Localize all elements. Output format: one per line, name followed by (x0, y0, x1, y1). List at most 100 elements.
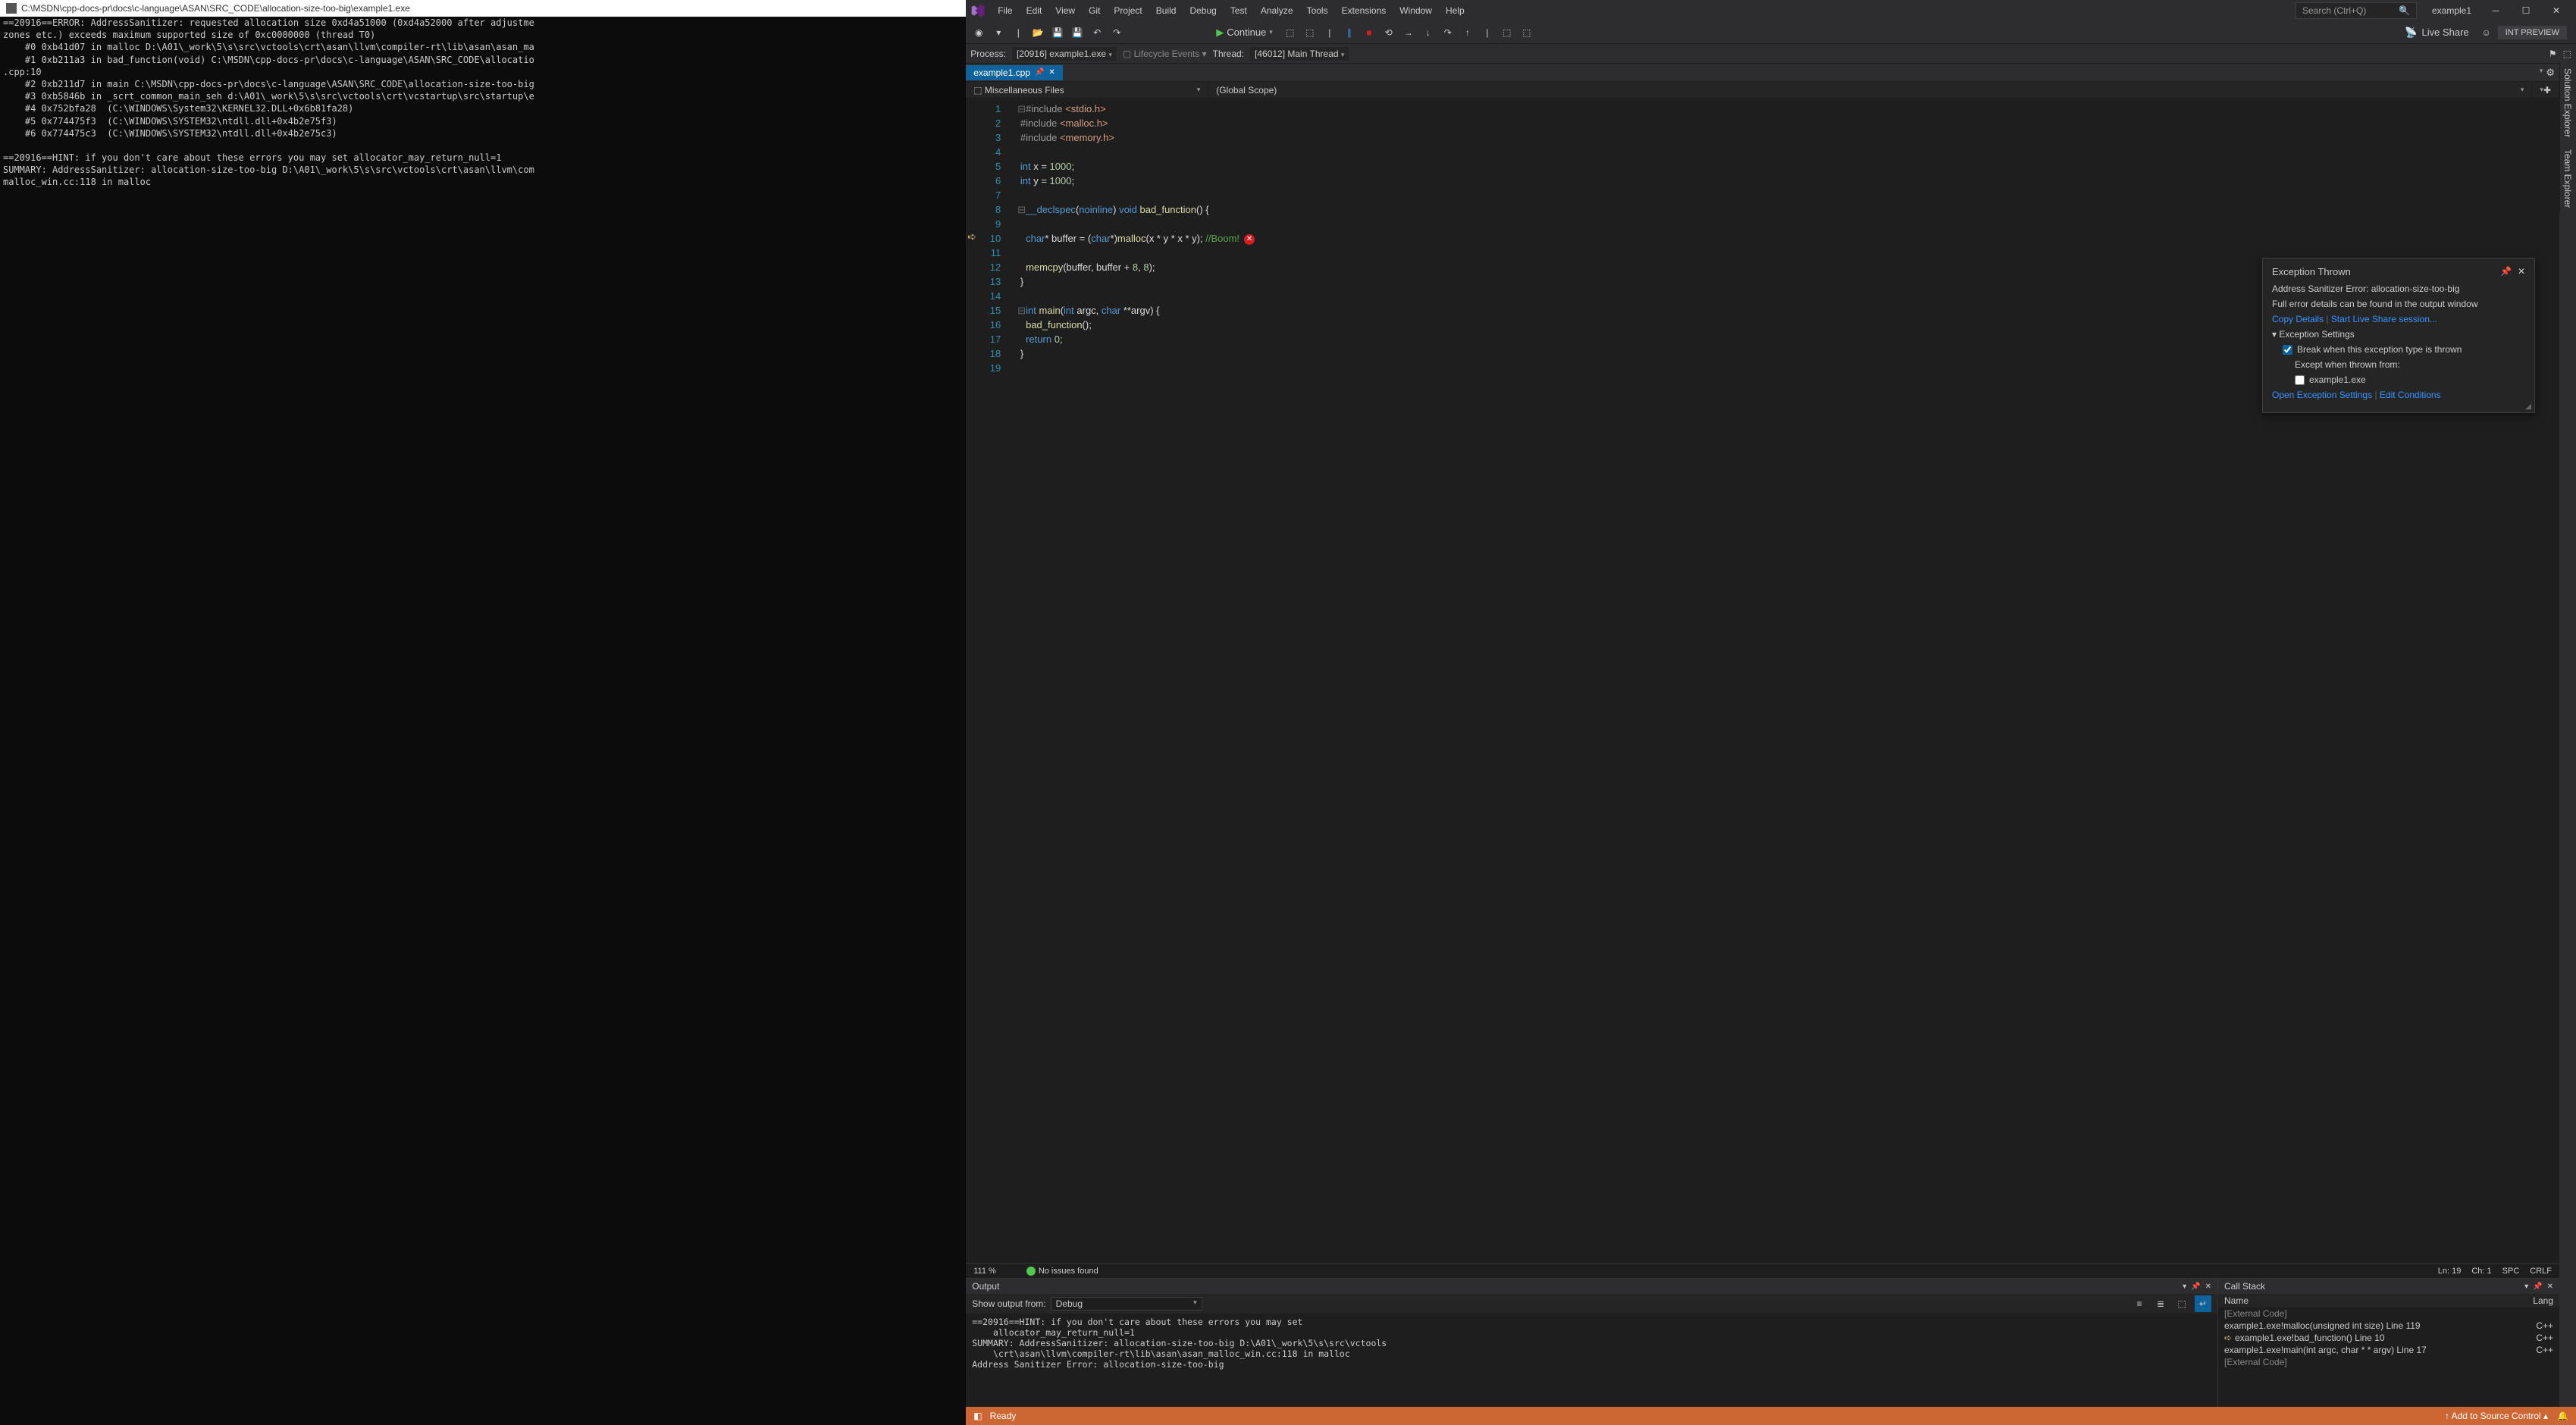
popup-pin-icon[interactable]: 📌 (2500, 266, 2512, 277)
copy-details-link[interactable]: Copy Details (2272, 314, 2324, 324)
callstack-row[interactable]: [External Code] (2218, 1308, 2559, 1320)
tool-b-icon[interactable]: ⬚ (1518, 24, 1535, 41)
panel-pin-icon[interactable]: 📌 (2191, 1282, 2200, 1291)
menu-help[interactable]: Help (1440, 2, 1471, 19)
step-out-icon[interactable]: ↑ (1459, 24, 1476, 41)
nav-scope[interactable]: (Global Scope)▾ (1208, 82, 2532, 98)
edit-conditions-link[interactable]: Edit Conditions (2380, 390, 2441, 400)
menu-build[interactable]: Build (1150, 2, 1183, 19)
menu-analyze[interactable]: Analyze (1255, 2, 1299, 19)
stack-frame-icon[interactable]: ⚑ (2549, 49, 2557, 59)
output-wordwrap-icon[interactable]: ↵ (2195, 1295, 2211, 1312)
stack-frame-tool-icon[interactable]: ⬚ (2563, 49, 2571, 59)
exception-settings-header[interactable]: ▾ Exception Settings (2272, 329, 2525, 340)
vs-corner-icon[interactable]: ◧ (973, 1411, 982, 1421)
process-selector[interactable]: [20916] example1.exe ▾ (1012, 47, 1117, 61)
chevron-down-icon: ▾ (1269, 28, 1273, 36)
menu-extensions[interactable]: Extensions (1336, 2, 1393, 19)
menu-window[interactable]: Window (1393, 2, 1438, 19)
spaces-indicator: SPC (2502, 1267, 2520, 1276)
debug-tool-1-icon[interactable]: ⬚ (1282, 24, 1299, 41)
step-over-icon[interactable]: ↷ (1440, 24, 1456, 41)
nav-fwd-icon[interactable]: ▾ (990, 24, 1007, 41)
continue-button[interactable]: ▶ Continue ▾ (1210, 27, 1279, 39)
play-icon: ▶ (1216, 27, 1224, 39)
break-checkbox[interactable] (2283, 345, 2292, 355)
callstack-columns: Name Lang (2218, 1294, 2559, 1308)
menu-project[interactable]: Project (1108, 2, 1148, 19)
output-tool-1-icon[interactable]: ≡ (2131, 1295, 2148, 1312)
output-tool-3-icon[interactable]: ⬚ (2173, 1295, 2190, 1312)
pause-icon[interactable]: ∥ (1341, 24, 1358, 41)
right-tab-team-explorer[interactable]: Team Explorer (2559, 143, 2575, 214)
panel-close-icon[interactable]: ✕ (2205, 1282, 2211, 1291)
feedback-icon[interactable]: ☺ (2478, 24, 2495, 41)
callstack-row[interactable]: example1.exe!malloc(unsigned int size) L… (2218, 1320, 2559, 1332)
menu-git[interactable]: Git (1083, 2, 1106, 19)
restart-icon[interactable]: ⟲ (1380, 24, 1397, 41)
tab-dropdown-icon[interactable]: ▾ (2540, 67, 2543, 79)
close-button[interactable]: ✕ (2541, 0, 2571, 21)
open-icon[interactable]: 📂 (1029, 24, 1046, 41)
save-icon[interactable]: 💾 (1049, 24, 1066, 41)
callstack-header[interactable]: Call Stack ▾ 📌 ✕ (2218, 1279, 2559, 1294)
close-tab-icon[interactable]: ✕ (1048, 68, 1055, 77)
resize-grip-icon[interactable]: ◢ (2525, 402, 2531, 411)
right-tab-solution-explorer[interactable]: Solution Explorer (2559, 62, 2575, 143)
save-all-icon[interactable]: 💾 (1069, 24, 1086, 41)
output-text[interactable]: ==20916==HINT: if you don't care about t… (966, 1314, 2217, 1407)
maximize-button[interactable]: ☐ (2511, 0, 2541, 21)
breakpoint-margin[interactable]: ➪ (966, 99, 979, 1263)
panel-close-icon[interactable]: ✕ (2547, 1282, 2553, 1291)
notifications-icon[interactable]: 🔔 (2557, 1411, 2568, 1421)
callstack-row[interactable]: ➪example1.exe!bad_function() Line 10C++ (2218, 1332, 2559, 1344)
panel-pin-icon[interactable]: 📌 (2533, 1282, 2542, 1291)
nav-back-icon[interactable]: ◉ (970, 24, 987, 41)
output-tool-2-icon[interactable]: ≣ (2152, 1295, 2169, 1312)
exception-popup: Exception Thrown 📌 ✕ Address Sanitizer E… (2262, 258, 2535, 413)
output-source-select[interactable]: Debug▾ (1051, 1297, 1202, 1311)
thread-selector[interactable]: [46012] Main Thread ▾ (1250, 47, 1349, 61)
console-window: C:\MSDN\cpp-docs-pr\docs\c-language\ASAN… (0, 0, 966, 1425)
menu-view[interactable]: View (1049, 2, 1081, 19)
popup-close-icon[interactable]: ✕ (2518, 266, 2525, 277)
pin-icon[interactable]: 📌 (1035, 68, 1044, 77)
except-label: Except when thrown from: (2272, 359, 2525, 370)
undo-icon[interactable]: ↶ (1089, 24, 1105, 41)
panel-dropdown-icon[interactable]: ▾ (2183, 1282, 2186, 1291)
show-output-label: Show output from: (972, 1298, 1045, 1309)
panel-dropdown-icon[interactable]: ▾ (2524, 1282, 2528, 1291)
liveshare-button[interactable]: 📡 Live Share (2399, 27, 2474, 39)
issues-indicator[interactable]: No issues found (1026, 1267, 1098, 1276)
open-exception-settings-link[interactable]: Open Exception Settings (2272, 390, 2372, 400)
tab-example1[interactable]: example1.cpp 📌 ✕ (966, 65, 1063, 80)
menu-tools[interactable]: Tools (1301, 2, 1334, 19)
zoom-level[interactable]: 111 % (973, 1267, 996, 1276)
console-titlebar[interactable]: C:\MSDN\cpp-docs-pr\docs\c-language\ASAN… (0, 0, 966, 17)
nav-member[interactable]: ▾✚ (2532, 82, 2559, 98)
code-editor[interactable]: ➪ 12345678910111213141516171819 ⊟#includ… (966, 99, 2559, 1263)
output-header[interactable]: Output ▾ 📌 ✕ (966, 1279, 2217, 1294)
show-next-icon[interactable]: → (1400, 24, 1417, 41)
start-liveshare-link[interactable]: Start Live Share session... (2331, 314, 2437, 324)
callstack-row[interactable]: example1.exe!main(int argc, char * * arg… (2218, 1344, 2559, 1356)
menu-debug[interactable]: Debug (1183, 2, 1222, 19)
source-control-button[interactable]: ↑ Add to Source Control ▴ (2445, 1411, 2548, 1421)
menu-test[interactable]: Test (1224, 2, 1253, 19)
debug-tool-2-icon[interactable]: ⬚ (1302, 24, 1318, 41)
right-tool-tabs: Solution ExplorerTeam Explorer (2559, 62, 2576, 215)
menu-file[interactable]: File (992, 2, 1018, 19)
stop-icon[interactable]: ■ (1361, 24, 1377, 41)
tool-a-icon[interactable]: ⬚ (1499, 24, 1515, 41)
tab-gear-icon[interactable]: ⚙ (2546, 67, 2555, 79)
step-into-icon[interactable]: ↓ (1420, 24, 1437, 41)
search-box[interactable]: Search (Ctrl+Q) 🔍 (2296, 2, 2417, 19)
nav-project[interactable]: ⬚ Miscellaneous Files▾ (966, 82, 1208, 98)
callstack-row[interactable]: [External Code] (2218, 1356, 2559, 1368)
except-item-checkbox[interactable] (2295, 375, 2305, 385)
minimize-button[interactable]: ─ (2480, 0, 2511, 21)
console-output[interactable]: ==20916==ERROR: AddressSanitizer: reques… (0, 17, 966, 1425)
menu-edit[interactable]: Edit (1020, 2, 1048, 19)
lifecycle-label[interactable]: ▢ Lifecycle Events ▾ (1123, 49, 1207, 59)
redo-icon[interactable]: ↷ (1108, 24, 1125, 41)
